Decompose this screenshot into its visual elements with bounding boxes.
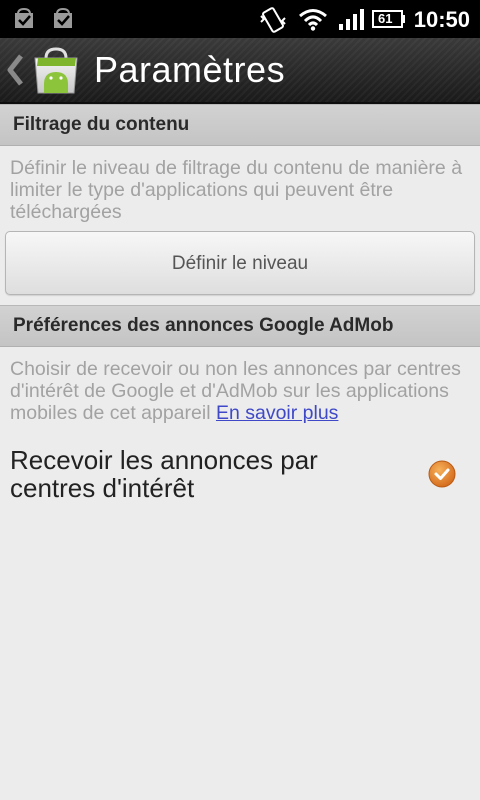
back-chevron-icon[interactable] bbox=[4, 52, 26, 88]
section-header-admob: Préférences des annonces Google AdMob bbox=[0, 305, 480, 347]
status-clock: 10:50 bbox=[413, 7, 470, 32]
action-bar: Paramètres bbox=[0, 38, 480, 104]
market-download-icon bbox=[54, 7, 72, 28]
signal-icon bbox=[339, 9, 364, 30]
battery-level: 61 bbox=[378, 11, 393, 26]
learn-more-link[interactable]: En savoir plus bbox=[216, 402, 338, 424]
status-bar: 61 10:50 bbox=[0, 0, 480, 38]
interest-ads-preference-row[interactable]: Recevoir les annonces par centres d'inté… bbox=[0, 440, 480, 512]
wifi-icon bbox=[299, 9, 327, 31]
vibrate-icon bbox=[260, 7, 286, 33]
content-filter-description: Définir le niveau de filtrage du contenu… bbox=[10, 157, 463, 223]
android-market-icon[interactable] bbox=[30, 46, 82, 96]
admob-description: Choisir de recevoir ou non les annonces … bbox=[10, 358, 472, 424]
market-download-icon bbox=[15, 7, 33, 28]
section-header-label: Préférences des annonces Google AdMob bbox=[13, 315, 394, 336]
checkbox-checked-icon[interactable] bbox=[428, 460, 456, 488]
section-header-label: Filtrage du contenu bbox=[13, 114, 190, 135]
page-title: Paramètres bbox=[94, 49, 286, 90]
interest-ads-label: Recevoir les annonces par centres d'inté… bbox=[10, 445, 318, 503]
section-header-content-filter: Filtrage du contenu bbox=[0, 104, 480, 146]
set-level-button[interactable]: Définir le niveau bbox=[5, 231, 475, 295]
